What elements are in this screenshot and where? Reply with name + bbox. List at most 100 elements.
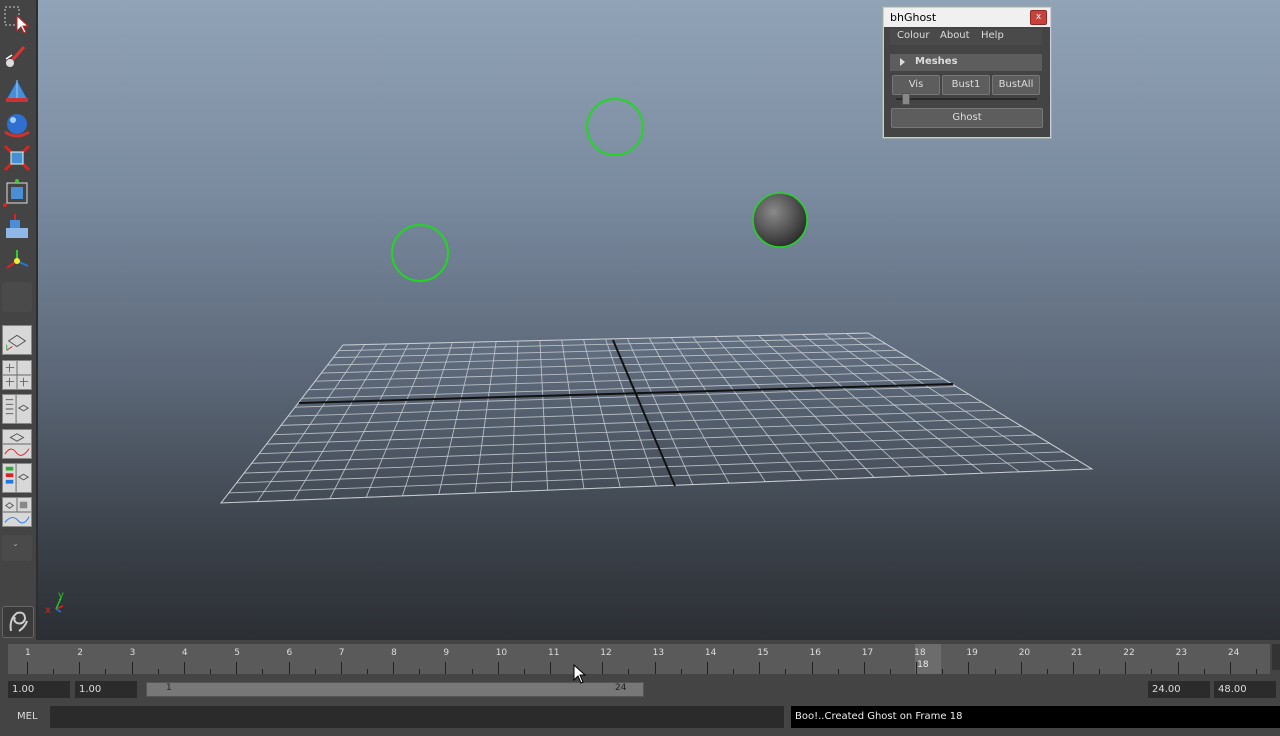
timeline-subtick [210, 669, 212, 674]
timeline-tick [654, 662, 656, 674]
ghost-slider-handle[interactable] [901, 93, 910, 105]
timeline-subtick [628, 669, 630, 674]
window-title[interactable]: bhGhost [884, 8, 1050, 27]
mel-label[interactable]: MEL [17, 711, 38, 722]
timeline-subtick [262, 669, 264, 674]
timeline-subtick [366, 669, 368, 674]
range-slider-start: 1 [166, 683, 172, 693]
menu-help[interactable]: Help [981, 30, 1004, 41]
timeline-tick [1073, 662, 1074, 674]
bust1-button[interactable]: Bust1 [942, 75, 990, 95]
timeline-tick-label: 2 [77, 648, 84, 658]
timeline-subtick [1256, 669, 1258, 674]
bhghost-window: bhGhost x Colour About Help Meshes Vis B… [882, 6, 1052, 139]
time-slider-track[interactable]: 18 1 2 3 4 5 6 7 8 9 10 11 12 13 14 15 16 17 18 19 20 21 22 23… [8, 644, 1270, 674]
svg-text:ˇ: ˇ [13, 543, 18, 555]
timeline-tick-label: 8 [391, 648, 397, 658]
range-slider[interactable] [146, 682, 644, 697]
playback-start-field[interactable]: 1.00 [75, 681, 137, 698]
layout-grid-icon[interactable] [2, 463, 32, 493]
timeline-subtick [680, 669, 682, 674]
timeline-tick-label: 1 [25, 648, 31, 658]
expand-icon[interactable]: ˇ [2, 535, 32, 561]
timeline-tick-label: 15 [757, 648, 769, 658]
timeline-tick-label: 4 [181, 648, 188, 658]
select-tool-icon[interactable] [2, 4, 32, 34]
timeline-tick [1125, 662, 1127, 674]
meshes-section-header[interactable]: Meshes [890, 54, 1042, 71]
sphere-icon[interactable] [2, 110, 32, 140]
timeline-tick-label: 16 [809, 648, 821, 658]
axis-x-label: x [45, 605, 51, 616]
time-slider[interactable]: 18 1 2 3 4 5 6 7 8 9 10 11 12 13 14 15 16 17 18 19 20 21 22 23… [0, 640, 1280, 676]
timeline-tick [288, 662, 290, 674]
timeline-subtick [471, 669, 473, 674]
timeline-subtick [942, 669, 944, 674]
range-slider-end: 24 [615, 683, 627, 693]
move-tool-icon[interactable] [2, 143, 32, 173]
command-line: MEL Boo!..Created Ghost on Frame 18 [0, 702, 1280, 736]
timeline-tick [863, 662, 865, 674]
start-time-field[interactable]: 1.00 [8, 681, 70, 698]
timeline-tick-label: 11 [548, 648, 560, 658]
timeline-tick [27, 662, 28, 674]
timeline-tick [759, 662, 761, 674]
ghost-outline-2[interactable] [391, 224, 449, 282]
command-input[interactable] [50, 706, 784, 728]
maya-logo-icon[interactable] [2, 606, 34, 638]
timeline-subtick [53, 669, 55, 674]
layout-four-icon[interactable] [2, 360, 32, 390]
timeline-tick-label: 9 [443, 648, 450, 658]
timeline-tick-label: 5 [234, 648, 240, 658]
timeline-subtick [1099, 669, 1101, 674]
ghost-slider-track[interactable] [896, 98, 1037, 100]
timeline-tick [916, 662, 918, 674]
polygon-cone-icon[interactable] [2, 76, 32, 106]
timeline-subtick [105, 669, 107, 674]
vis-button[interactable]: Vis [892, 75, 940, 95]
end-time-field[interactable]: 48.00 [1214, 681, 1276, 698]
timeline-tick-label: 17 [861, 648, 874, 658]
current-frame-label: 18 [917, 660, 929, 670]
timeline-tick-label: 19 [966, 648, 978, 658]
menu-colour[interactable]: Colour [897, 30, 929, 41]
timeline-tick [706, 662, 708, 674]
timeline-tick [1020, 662, 1022, 674]
bustall-button[interactable]: BustAll [992, 75, 1040, 95]
timeline-subtick [1151, 669, 1153, 674]
paint-select-icon[interactable] [2, 41, 32, 71]
axis-y-label: y [58, 590, 64, 601]
timeline-tick [811, 662, 813, 674]
timeline-tick [79, 662, 81, 674]
timeline-subtick [157, 669, 159, 674]
timeline-tick [968, 662, 970, 674]
ghost-button[interactable]: Ghost [891, 108, 1043, 128]
ghost-outline-1[interactable] [586, 98, 644, 156]
viewport-3d[interactable]: x y [38, 0, 1280, 640]
expand-arrow-icon[interactable] [900, 58, 905, 66]
scale-tool-icon[interactable] [2, 178, 32, 208]
toolbox: ˇ [0, 0, 38, 640]
layout-multi-icon[interactable] [2, 497, 32, 527]
menu-about[interactable]: About [940, 30, 970, 41]
timeline-tick [497, 662, 499, 674]
soft-mod-icon[interactable] [2, 212, 32, 242]
sphere-mesh[interactable] [752, 192, 808, 248]
timeline-tick-label: 14 [704, 648, 717, 658]
layout-single-icon[interactable] [2, 325, 32, 355]
meshes-label: Meshes [915, 56, 958, 67]
ground-grid [221, 333, 1092, 503]
timeline-subtick [889, 669, 891, 674]
layout-outliner-icon[interactable] [2, 394, 32, 424]
layout-graph-icon[interactable] [2, 429, 32, 459]
timeline-tick [550, 662, 551, 674]
timeline-tick-label: 18 [914, 648, 926, 658]
timeline-tick [183, 662, 185, 674]
playback-end-field[interactable]: 24.00 [1148, 681, 1210, 698]
timeline-tick [445, 662, 447, 674]
time-slider-end [1272, 644, 1280, 670]
manipulator-icon[interactable] [2, 246, 32, 276]
timeline-tick-label: 13 [652, 648, 665, 658]
timeline-tick [602, 662, 604, 674]
close-icon[interactable]: x [1030, 10, 1047, 25]
